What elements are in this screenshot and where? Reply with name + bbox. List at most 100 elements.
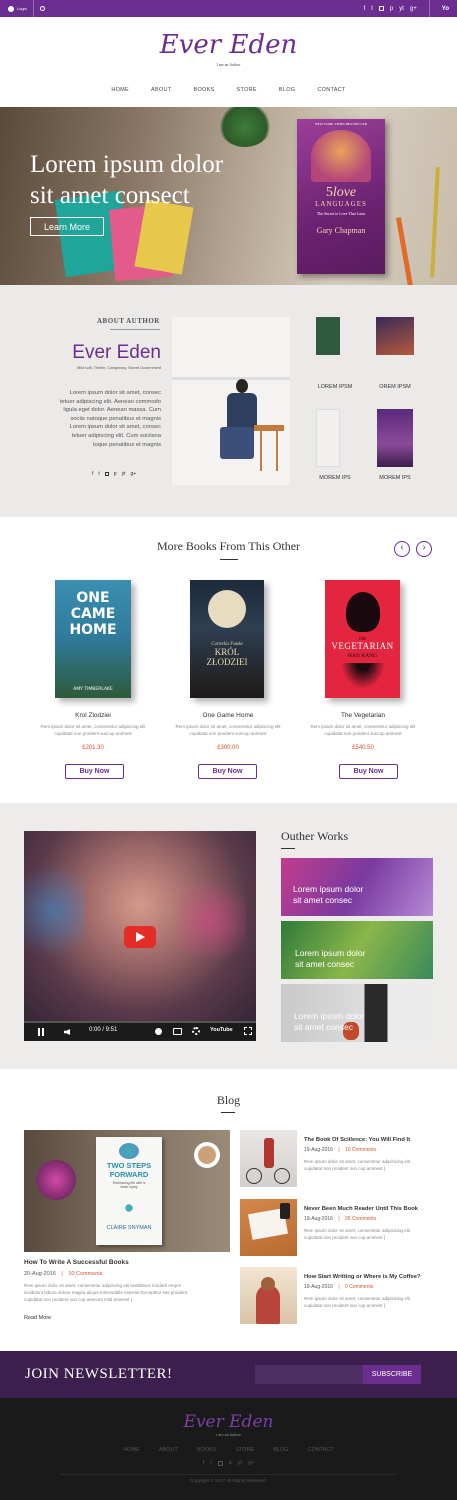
clock-icon[interactable]	[155, 1028, 162, 1035]
mini-book[interactable]	[377, 409, 413, 467]
user-icon[interactable]	[8, 5, 14, 12]
instagram-icon[interactable]	[104, 472, 109, 476]
pinterest-icon[interactable]: p	[114, 471, 117, 477]
footer-nav-home[interactable]: HOME	[123, 1447, 140, 1453]
author-photo	[172, 317, 290, 485]
cc-icon[interactable]	[173, 1028, 182, 1035]
footer-nav-about[interactable]: ABOUT	[159, 1447, 178, 1453]
youtube-logo[interactable]: YouTube	[210, 1027, 233, 1033]
mini-book-label[interactable]: MOREM IPS	[308, 475, 362, 481]
thumb-figure	[264, 1138, 274, 1168]
gear-icon[interactable]	[192, 1027, 200, 1035]
nav-blog[interactable]: BLOG	[279, 87, 295, 93]
featured-post-excerpt: Rem ipsum dolor sit amet, consectetur ad…	[24, 1282, 234, 1303]
next-arrow-button[interactable]: ›	[416, 541, 432, 557]
desc-line: cupidatat non proident suncup animest	[324, 731, 402, 736]
newsletter-email-input[interactable]	[255, 1365, 363, 1384]
cover-text: ONE	[76, 590, 110, 606]
post-comments[interactable]: 05 Comments	[345, 1216, 376, 1222]
book-cover[interactable]: ONE CAME HOME AMY TIMBERLAKE	[55, 580, 131, 698]
pinterest-icon[interactable]: p	[229, 1460, 232, 1466]
coffee-cup	[192, 1140, 222, 1170]
footer-nav-contact[interactable]: CONTACT	[307, 1447, 333, 1453]
post-comments[interactable]: 10 Comments	[68, 1271, 102, 1277]
googleplus-icon[interactable]: g+	[130, 471, 136, 477]
post-comments[interactable]: 10 Comments	[345, 1147, 376, 1153]
footer-nav-store[interactable]: STORE	[235, 1447, 254, 1453]
book-title[interactable]: One Game Home	[153, 712, 303, 719]
pause-icon[interactable]	[38, 1028, 44, 1036]
bio-line: sociis natoque penatibus et magnis	[70, 415, 161, 422]
book-title[interactable]: The Vegetarian	[288, 712, 438, 719]
work-card-line: Lorem ipsum dolor	[293, 884, 364, 894]
nav-books[interactable]: BOOKS	[193, 87, 214, 93]
post-thumbnail[interactable]	[240, 1267, 297, 1324]
footer-nav-books[interactable]: BOOKS	[197, 1447, 217, 1453]
footer-logo[interactable]: Ever Eden	[0, 1412, 457, 1432]
read-more-link[interactable]: Read More	[24, 1315, 51, 1321]
buy-now-button[interactable]: Buy Now	[339, 764, 398, 779]
post-thumbnail[interactable]	[240, 1130, 297, 1187]
mini-book-label[interactable]: LOREM IPSM	[308, 384, 362, 390]
googleplus-icon[interactable]: g+	[248, 1460, 254, 1466]
instagram-icon[interactable]	[378, 6, 384, 11]
learn-more-button[interactable]: Learn More	[30, 217, 104, 236]
login-link[interactable]: Login	[17, 6, 27, 11]
book-cover[interactable]: THE VEGETARIAN HAN KANG	[325, 580, 400, 698]
video-time: 0:00 / 9:51	[89, 1027, 118, 1033]
featured-image[interactable]: TWO STEPS FORWARD Embracing life with a …	[24, 1130, 230, 1252]
post-thumbnail[interactable]	[240, 1199, 297, 1256]
facebook-icon[interactable]: f	[203, 1460, 205, 1466]
nav-about[interactable]: ABOUT	[151, 87, 171, 93]
hero-title-line1: Lorem ipsum dolor	[30, 151, 224, 178]
post-title[interactable]: Never Been Much Reader Until This Book	[304, 1206, 418, 1212]
twitter-icon[interactable]: t	[98, 471, 99, 477]
pinterest-icon[interactable]: p	[390, 6, 393, 12]
googleplus-icon[interactable]: g+	[410, 6, 417, 12]
footer-nav-blog[interactable]: BLOG	[273, 1447, 288, 1453]
prev-arrow-button[interactable]: ‹	[394, 541, 410, 557]
twitter-icon[interactable]: t	[210, 1460, 212, 1466]
mini-book[interactable]	[376, 317, 414, 355]
video-player[interactable]: 0:00 / 9:51 YouTube	[24, 831, 256, 1041]
yahoo-icon[interactable]: Yo	[442, 6, 449, 12]
footer-tagline: I am an Author	[216, 1433, 241, 1437]
buy-now-button[interactable]: Buy Now	[65, 764, 124, 779]
nav-contact[interactable]: CONTACT	[317, 87, 345, 93]
fullscreen-icon[interactable]	[244, 1027, 252, 1035]
nav-home[interactable]: HOME	[111, 87, 129, 93]
progress-bar[interactable]	[24, 1021, 256, 1023]
mini-book[interactable]	[316, 409, 340, 467]
facebook-icon[interactable]: f	[364, 6, 366, 12]
work-card[interactable]: Lorem ipsum dolor sit amet consec	[281, 984, 433, 1042]
about-social: f t p yt g+	[92, 471, 136, 477]
mini-book-label[interactable]: MOREM IPS	[368, 475, 422, 481]
post-title[interactable]: How Start Writting or Where is My Coffee…	[304, 1274, 420, 1280]
twitter-icon[interactable]: t	[371, 6, 373, 12]
book-author: Gary Chapman	[316, 226, 366, 235]
play-button[interactable]	[124, 926, 156, 948]
instagram-icon[interactable]	[217, 1461, 223, 1466]
post-title[interactable]: The Book Of Sciilence: You Will Find It	[304, 1137, 410, 1143]
thumb-bike	[274, 1168, 290, 1184]
facebook-icon[interactable]: f	[92, 471, 93, 477]
post-comments[interactable]: 0 Comments	[345, 1284, 373, 1290]
work-card-line: sit amet consec	[293, 895, 353, 905]
search-icon[interactable]	[39, 6, 45, 11]
mini-book[interactable]	[316, 317, 340, 355]
work-card[interactable]: Lorem ipsum dolor sit amet consec	[281, 858, 433, 916]
mini-book-label[interactable]: OREM IPSM	[368, 384, 422, 390]
volume-icon[interactable]	[64, 1029, 70, 1035]
featured-post-title[interactable]: How To Write A Successful Books	[24, 1259, 129, 1266]
site-logo[interactable]: Ever Eden	[0, 30, 457, 60]
subscribe-button[interactable]: SUBSCRIBE	[363, 1365, 421, 1384]
youtube-icon[interactable]: yt	[399, 6, 404, 12]
youtube-icon[interactable]: yt	[122, 471, 126, 477]
book-cover[interactable]: Cornelia Funke KRÓL ZŁODZIEI	[190, 580, 264, 698]
work-card[interactable]: Lorem ipsum dolor sit amet consec	[281, 921, 433, 979]
book-title[interactable]: Krol Zlodziei	[18, 712, 168, 719]
more-books-section: More Books From This Other ‹ › ONE CAME …	[0, 517, 457, 803]
nav-store[interactable]: STORE	[237, 87, 257, 93]
youtube-icon[interactable]: yt	[238, 1460, 242, 1466]
buy-now-button[interactable]: Buy Now	[198, 764, 257, 779]
